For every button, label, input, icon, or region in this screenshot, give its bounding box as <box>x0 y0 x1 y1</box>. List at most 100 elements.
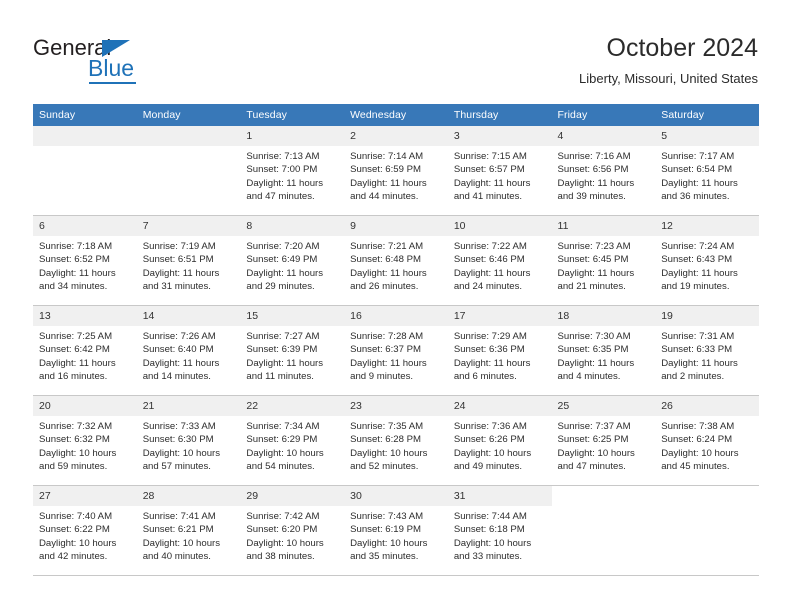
sunrise-text: Sunrise: 7:27 AM <box>246 331 320 342</box>
day-cell-27[interactable]: 27 Sunrise: 7:40 AM Sunset: 6:22 PM Dayligh… <box>33 486 137 575</box>
day-cell-15[interactable]: 15 Sunrise: 7:27 AM Sunset: 6:39 PM Dayligh… <box>240 306 345 395</box>
sunrise-text: Sunrise: 7:37 AM <box>557 421 631 432</box>
day-cell-23[interactable]: 23 Sunrise: 7:35 AM Sunset: 6:28 PM Dayligh… <box>344 396 448 485</box>
daylight-text-line2: and 52 minutes. <box>350 461 419 473</box>
sunset-text: Sunset: 6:18 PM <box>453 524 525 536</box>
day-cell-12[interactable]: 12 Sunrise: 7:24 AM Sunset: 6:43 PM Dayligh… <box>655 216 759 305</box>
day-cell-11[interactable]: 11 Sunrise: 7:23 AM Sunset: 6:45 PM Dayligh… <box>551 216 656 305</box>
sunset-text: Sunset: 6:39 PM <box>246 344 318 356</box>
sunset-text: Sunset: 6:48 PM <box>350 254 422 266</box>
day-cell-22[interactable]: 22 Sunrise: 7:34 AM Sunset: 6:29 PM Dayligh… <box>240 396 345 485</box>
day-number: 4 <box>551 126 656 146</box>
calendar-cell: 11 Sunrise: 7:23 AM Sunset: 6:45 PM Dayligh… <box>551 215 656 306</box>
daylight-text-line1: Daylight: 10 hours <box>39 537 117 549</box>
day-details: Sunrise: 7:38 AM Sunset: 6:24 PM Daylight:… <box>655 416 759 474</box>
day-number <box>136 126 241 146</box>
day-cell-4[interactable]: 4 Sunrise: 7:16 AM Sunset: 6:56 PM Daylight… <box>551 126 656 215</box>
logo-text-blue: Blue <box>88 55 135 81</box>
day-number: 10 <box>447 216 552 236</box>
day-details: Sunrise: 7:30 AM Sunset: 6:35 PM Daylight:… <box>552 326 656 384</box>
day-cell-3[interactable]: 3 Sunrise: 7:15 AM Sunset: 6:57 PM Daylight… <box>447 126 552 215</box>
generalblue-logo[interactable]: General Blue <box>33 36 183 84</box>
day-cell-13[interactable]: 13 Sunrise: 7:25 AM Sunset: 6:42 PM Dayligh… <box>33 306 137 395</box>
day-cell-28[interactable]: 28 Sunrise: 7:41 AM Sunset: 6:21 PM Dayligh… <box>136 486 241 575</box>
day-cell-25[interactable]: 25 Sunrise: 7:37 AM Sunset: 6:25 PM Dayligh… <box>551 396 656 485</box>
day-cell-5[interactable]: 5 Sunrise: 7:17 AM Sunset: 6:54 PM Daylight… <box>655 126 759 215</box>
day-cell-31[interactable]: 31 Sunrise: 7:44 AM Sunset: 6:18 PM Dayligh… <box>447 486 552 575</box>
day-cell-6[interactable]: 6 Sunrise: 7:18 AM Sunset: 6:52 PM Daylight… <box>33 216 137 305</box>
day-cell-16[interactable]: 16 Sunrise: 7:28 AM Sunset: 6:37 PM Dayligh… <box>344 306 448 395</box>
day-details: Sunrise: 7:36 AM Sunset: 6:26 PM Daylight:… <box>448 416 552 474</box>
sunset-text: Sunset: 6:30 PM <box>142 434 214 446</box>
sunset-text: Sunset: 6:59 PM <box>350 164 422 176</box>
daylight-text-line1: Daylight: 11 hours <box>661 357 738 369</box>
sunrise-text: Sunrise: 7:35 AM <box>350 421 424 432</box>
day-cell-26[interactable]: 26 Sunrise: 7:38 AM Sunset: 6:24 PM Dayligh… <box>655 396 759 485</box>
daylight-text-line1: Daylight: 11 hours <box>246 267 324 279</box>
daylight-text-line1: Daylight: 11 hours <box>557 357 635 369</box>
day-cell-21[interactable]: 21 Sunrise: 7:33 AM Sunset: 6:30 PM Dayligh… <box>136 396 241 485</box>
day-cell-1[interactable]: 1 Sunrise: 7:13 AM Sunset: 7:00 PM Daylight… <box>240 126 345 215</box>
day-number: 22 <box>240 396 345 416</box>
day-details: Sunrise: 7:16 AM Sunset: 6:56 PM Daylight:… <box>552 146 656 204</box>
day-cell-29[interactable]: 29 Sunrise: 7:42 AM Sunset: 6:20 PM Dayligh… <box>240 486 345 575</box>
day-details: Sunrise: 7:41 AM Sunset: 6:21 PM Daylight:… <box>137 506 241 564</box>
sunrise-text: Sunrise: 7:20 AM <box>246 241 320 252</box>
daylight-text-line2: and 47 minutes. <box>557 461 626 473</box>
day-cell-18[interactable]: 18 Sunrise: 7:30 AM Sunset: 6:35 PM Dayligh… <box>551 306 656 395</box>
daylight-text-line2: and 6 minutes. <box>453 371 517 383</box>
day-cell-19[interactable]: 19 Sunrise: 7:31 AM Sunset: 6:33 PM Dayligh… <box>655 306 759 395</box>
sunrise-text: Sunrise: 7:13 AM <box>246 151 320 162</box>
day-cell-9[interactable]: 9 Sunrise: 7:21 AM Sunset: 6:48 PM Daylight… <box>344 216 448 305</box>
calendar-week-row: 6 Sunrise: 7:18 AM Sunset: 6:52 PM Daylight… <box>33 215 759 306</box>
day-number: 21 <box>136 396 241 416</box>
day-details: Sunrise: 7:25 AM Sunset: 6:42 PM Daylight:… <box>33 326 137 384</box>
daylight-text-line2: and 11 minutes. <box>246 371 314 383</box>
calendar-cell: 8 Sunrise: 7:20 AM Sunset: 6:49 PM Daylight… <box>240 215 345 306</box>
sunrise-text: Sunrise: 7:23 AM <box>557 241 631 252</box>
day-cell-8[interactable]: 8 Sunrise: 7:20 AM Sunset: 6:49 PM Daylight… <box>240 216 345 305</box>
day-cell-20[interactable]: 20 Sunrise: 7:32 AM Sunset: 6:32 PM Dayligh… <box>33 396 137 485</box>
day-number: 31 <box>447 486 552 506</box>
day-number: 1 <box>240 126 345 146</box>
calendar-cell <box>655 485 759 576</box>
day-cell-14[interactable]: 14 Sunrise: 7:26 AM Sunset: 6:40 PM Dayligh… <box>136 306 241 395</box>
day-cell-empty <box>655 486 759 575</box>
day-number: 9 <box>344 216 448 236</box>
daylight-text-line1: Daylight: 10 hours <box>142 447 221 459</box>
sunrise-text: Sunrise: 7:31 AM <box>661 331 735 342</box>
day-number <box>552 486 656 506</box>
sunset-text: Sunset: 6:33 PM <box>661 344 733 356</box>
daylight-text-line2: and 35 minutes. <box>350 551 419 563</box>
day-cell-17[interactable]: 17 Sunrise: 7:29 AM Sunset: 6:36 PM Dayligh… <box>447 306 552 395</box>
daylight-text-line1: Daylight: 11 hours <box>557 267 635 279</box>
day-number: 17 <box>447 306 552 326</box>
sunset-text: Sunset: 6:57 PM <box>453 164 525 176</box>
day-cell-10[interactable]: 10 Sunrise: 7:22 AM Sunset: 6:46 PM Dayligh… <box>447 216 552 305</box>
sunset-text: Sunset: 6:22 PM <box>39 524 110 536</box>
day-cell-7[interactable]: 7 Sunrise: 7:19 AM Sunset: 6:51 PM Daylight… <box>136 216 241 305</box>
day-details: Sunrise: 7:24 AM Sunset: 6:43 PM Daylight:… <box>655 236 759 294</box>
daylight-text-line1: Daylight: 10 hours <box>557 447 635 459</box>
daylight-text-line1: Daylight: 11 hours <box>39 357 116 369</box>
day-details: Sunrise: 7:14 AM Sunset: 6:59 PM Daylight:… <box>344 146 448 204</box>
calendar-cell: 16 Sunrise: 7:28 AM Sunset: 6:37 PM Dayligh… <box>344 305 448 396</box>
day-cell-24[interactable]: 24 Sunrise: 7:36 AM Sunset: 6:26 PM Dayligh… <box>447 396 552 485</box>
sunset-text: Sunset: 6:25 PM <box>557 434 629 446</box>
sunrise-text: Sunrise: 7:38 AM <box>661 421 735 432</box>
daylight-text-line2: and 41 minutes. <box>453 191 523 203</box>
daylight-text-line2: and 19 minutes. <box>661 281 730 293</box>
calendar-week-row: 20 Sunrise: 7:32 AM Sunset: 6:32 PM Dayligh… <box>33 395 759 486</box>
sunset-text: Sunset: 6:37 PM <box>350 344 422 356</box>
daylight-text-line1: Daylight: 11 hours <box>350 267 427 279</box>
day-cell-30[interactable]: 30 Sunrise: 7:43 AM Sunset: 6:19 PM Dayligh… <box>344 486 448 575</box>
daylight-text-line1: Daylight: 11 hours <box>142 357 220 369</box>
sunrise-text: Sunrise: 7:34 AM <box>246 421 320 432</box>
sunrise-text: Sunrise: 7:36 AM <box>453 421 527 432</box>
daylight-text-line1: Daylight: 10 hours <box>246 537 324 549</box>
calendar-cell: 7 Sunrise: 7:19 AM Sunset: 6:51 PM Daylight… <box>136 215 241 306</box>
day-cell-2[interactable]: 2 Sunrise: 7:14 AM Sunset: 6:59 PM Daylight… <box>344 126 448 215</box>
sunset-text: Sunset: 6:21 PM <box>142 524 214 536</box>
calendar-cell: 15 Sunrise: 7:27 AM Sunset: 6:39 PM Dayligh… <box>240 305 345 396</box>
day-cell-empty <box>552 486 656 575</box>
